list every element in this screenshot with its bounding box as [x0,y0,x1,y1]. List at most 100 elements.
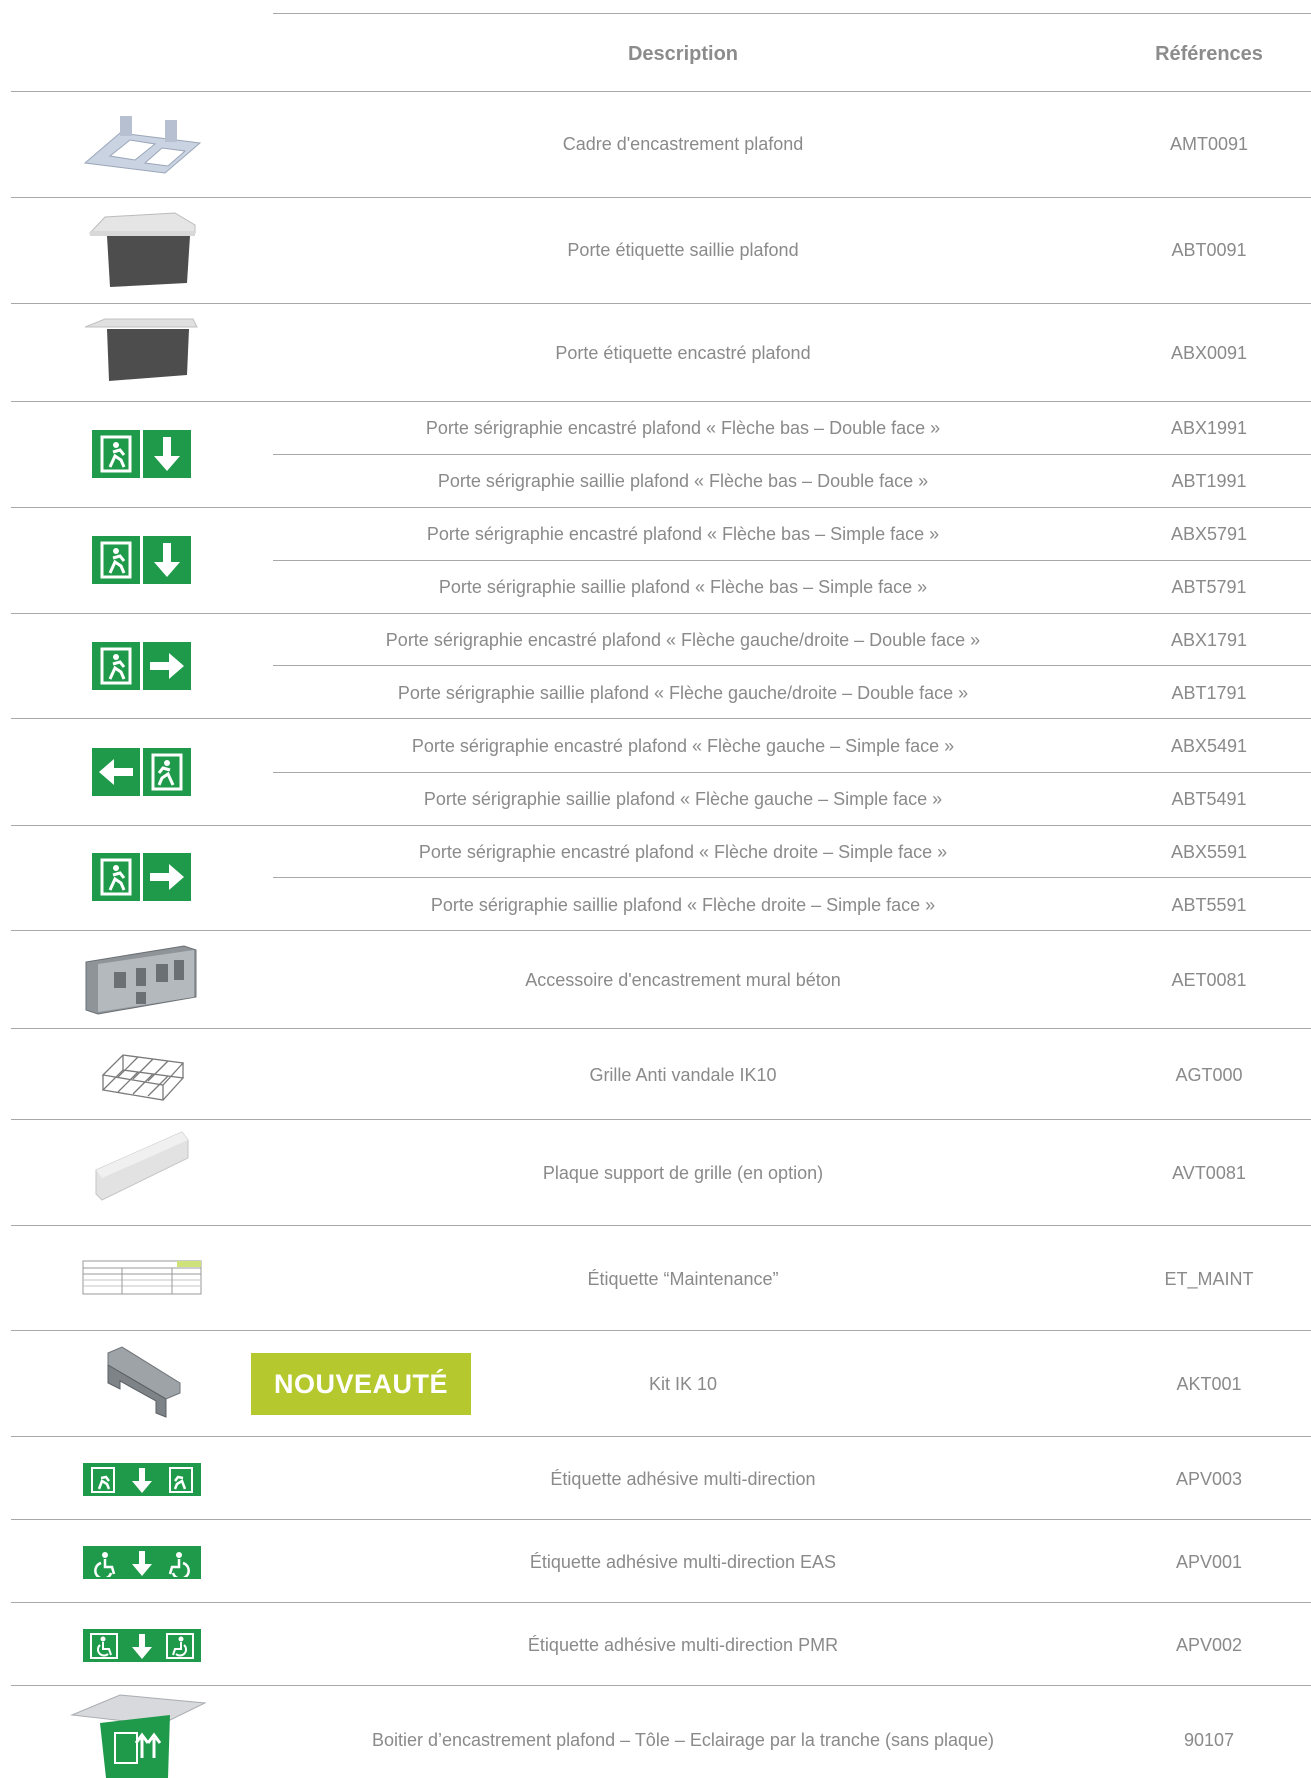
arrow-down-icon [143,536,191,584]
row-rule [11,825,1311,826]
row-rule [11,303,1311,304]
running-man-icon [92,536,140,584]
surface-label-holder-image [88,212,196,287]
reference-cell: ABX0091 [1170,342,1248,363]
running-man-icon [168,1466,193,1493]
reference-cell: AET0081 [1171,969,1247,990]
row-rule [11,1519,1311,1520]
wheelchair-icon [168,1551,190,1577]
row-rule [11,1602,1311,1603]
wheelchair-icon [90,1632,118,1659]
row-rule [11,930,1311,931]
reference-cell: ABX5491 [1170,735,1248,756]
sub-rule [273,560,1311,561]
description-cell: Boitier d’encastrement plafond – Tôle – … [371,1729,995,1750]
reference-cell: ABX5791 [1170,523,1248,544]
anti-vandal-grid-image [101,1054,185,1101]
row-rule [11,1685,1311,1686]
arrow-down-icon [132,1550,152,1576]
description-cell: Porte sérigraphie encastré plafond « Flè… [418,841,948,862]
description-cell: Porte sérigraphie encastré plafond « Flè… [411,735,955,756]
multi-direction-pmr-sticker [83,1629,201,1662]
exit-sign-down [92,430,191,478]
reference-cell: ABT1991 [1171,470,1247,491]
exit-sign-down [92,536,191,584]
reference-cell: ABT5791 [1171,576,1247,597]
row-rule [11,507,1311,508]
description-cell: Grille Anti vandale IK10 [589,1064,777,1085]
row-rule [11,1330,1311,1331]
exit-sign-right [92,642,191,690]
description-cell: Porte sérigraphie saillie plafond « Flèc… [423,788,943,809]
sub-rule [273,772,1311,773]
top-rule [273,13,1311,14]
reference-cell: ABX1991 [1170,417,1248,438]
row-rule [11,1436,1311,1437]
description-cell: Porte sérigraphie saillie plafond « Flèc… [397,682,969,703]
reference-cell: 90107 [1183,1729,1235,1750]
multi-direction-sticker [83,1463,201,1496]
ceiling-frame-image [83,116,202,174]
grid-support-plate-image [95,1131,189,1201]
reference-cell: ABT0091 [1171,239,1247,260]
exit-sign-left [92,748,191,796]
reference-cell: AKT001 [1176,1373,1242,1394]
reference-cell: AMT0091 [1169,133,1249,154]
description-cell: Cadre d'encastrement plafond [562,133,804,154]
new-product-badge: NOUVEAUTÉ [251,1353,471,1415]
reference-cell: ABT1791 [1171,682,1247,703]
wheelchair-icon [166,1632,194,1659]
running-man-icon [143,748,191,796]
reference-cell: ABT5491 [1171,788,1247,809]
description-cell: Porte sérigraphie saillie plafond « Flèc… [438,576,928,597]
arrow-right-icon [143,642,191,690]
row-rule [11,1028,1311,1029]
row-rule [11,718,1311,719]
description-cell: Étiquette “Maintenance” [587,1268,779,1289]
recessed-label-holder-image [85,318,198,381]
reference-cell: ABX1791 [1170,629,1248,650]
reference-cell: ABT5591 [1171,894,1247,915]
sub-rule [273,665,1311,666]
ceiling-housing-image [70,1694,207,1778]
description-cell: Porte sérigraphie encastré plafond « Flè… [385,629,981,650]
running-man-icon [91,1466,116,1493]
running-man-icon [92,642,140,690]
description-cell: Porte étiquette encastré plafond [555,342,811,363]
arrow-down-icon [131,1467,152,1493]
reference-cell: AGT000 [1175,1064,1243,1085]
description-cell: Porte sérigraphie encastré plafond « Flè… [426,523,940,544]
reference-cell: ET_MAINT [1164,1268,1254,1289]
arrow-down-icon [143,430,191,478]
description-cell: Plaque support de grille (en option) [542,1162,824,1183]
wall-recess-accessory-image [85,945,197,1015]
header-description: Description [627,42,739,65]
reference-cell: AVT0081 [1172,1162,1246,1183]
row-rule [11,613,1311,614]
sub-rule [273,877,1311,878]
reference-cell: APV002 [1175,1634,1243,1655]
arrow-right-icon [143,853,191,901]
description-cell: Porte sérigraphie encastré plafond « Flè… [425,417,941,438]
row-rule [11,1225,1311,1226]
arrow-left-icon [92,748,140,796]
sub-rule [273,454,1311,455]
wheelchair-icon [94,1551,116,1577]
running-man-icon [92,430,140,478]
maintenance-label-image [82,1260,202,1295]
reference-cell: APV003 [1175,1468,1243,1489]
description-cell: Étiquette adhésive multi-direction EAS [529,1551,837,1572]
arrow-down-icon [132,1633,152,1659]
reference-cell: ABX5591 [1170,841,1248,862]
exit-sign-right [92,853,191,901]
description-cell: Porte étiquette saillie plafond [567,239,799,260]
row-rule [11,197,1311,198]
multi-direction-eas-sticker [83,1546,201,1579]
row-rule [11,1119,1311,1120]
description-cell: Étiquette adhésive multi-direction [550,1468,816,1489]
header-references: Références [1155,42,1263,65]
description-cell: Étiquette adhésive multi-direction PMR [527,1634,839,1655]
description-cell: Accessoire d'encastrement mural béton [525,969,841,990]
running-man-icon [92,853,140,901]
reference-cell: APV001 [1175,1551,1243,1572]
